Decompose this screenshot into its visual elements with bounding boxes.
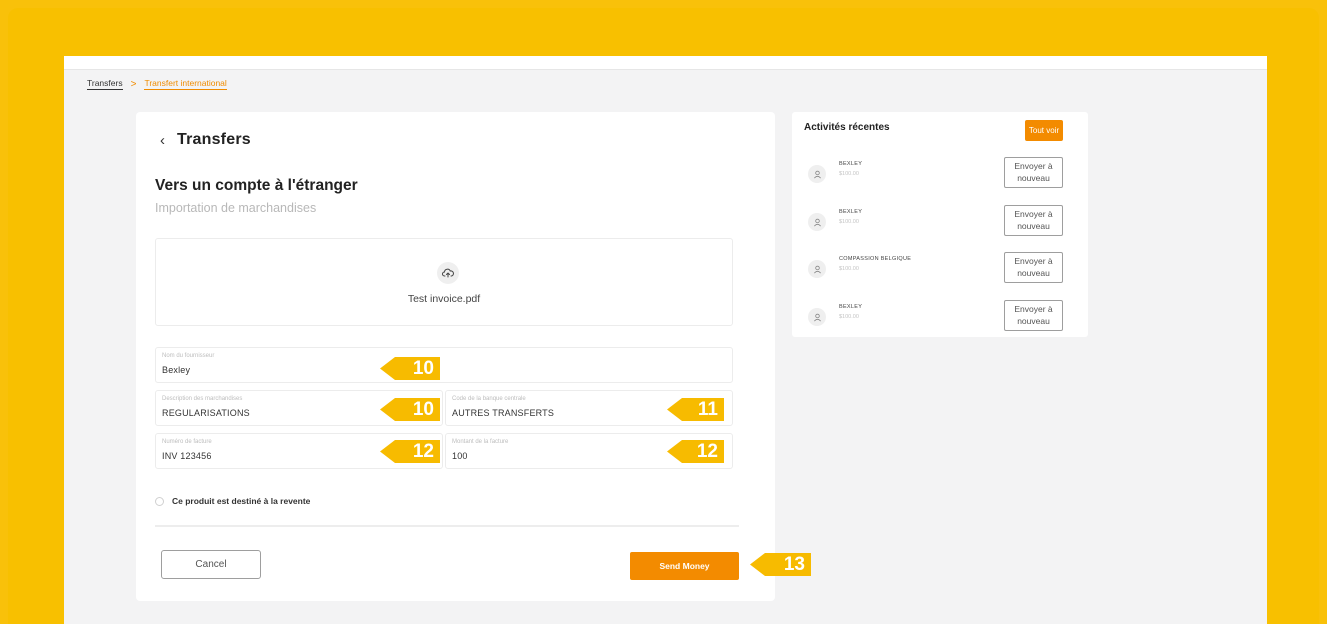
- invoice-amount-label: Montant de la facture: [452, 439, 509, 445]
- resend-button[interactable]: Envoyer à nouveau: [1004, 300, 1063, 331]
- breadcrumb: Transfers > Transfert international: [87, 78, 227, 90]
- form-divider: [155, 525, 739, 527]
- invoice-amount-value: 100: [452, 451, 468, 461]
- central-bank-code-label: Code de la banque centrale: [452, 396, 526, 402]
- recipient-name: BEXLEY: [839, 209, 863, 215]
- transfer-amount: $100.00: [839, 266, 859, 272]
- resend-button[interactable]: Envoyer à nouveau: [1004, 205, 1063, 236]
- resend-button[interactable]: Envoyer à nouveau: [1004, 157, 1063, 188]
- recipient-name: COMPASSION BELGIQUE: [839, 256, 912, 262]
- list-item: BEXLEY $100.00 Envoyer à nouveau: [804, 300, 1088, 338]
- resale-checkbox[interactable]: [155, 496, 164, 506]
- breadcrumb-current[interactable]: Transfert international: [144, 78, 227, 90]
- user-icon: [808, 213, 826, 231]
- user-icon: [808, 308, 826, 326]
- invoice-number-value: INV 123456: [162, 451, 212, 461]
- top-bar: [64, 56, 1267, 70]
- goods-description-label: Description des marchandises: [162, 396, 243, 402]
- cloud-upload-icon: [437, 262, 459, 284]
- recipient-name: BEXLEY: [839, 161, 863, 167]
- central-bank-code-value: AUTRES TRANSFERTS: [452, 408, 555, 418]
- card-header: ‹ Transfers: [160, 131, 251, 149]
- invoice-number-label: Numéro de facture: [162, 439, 212, 445]
- transfer-amount: $100.00: [839, 171, 859, 177]
- chevron-left-icon[interactable]: ‹: [160, 132, 165, 149]
- goods-description-value: REGULARISATIONS: [162, 408, 250, 418]
- page-title: Transfers: [177, 131, 251, 148]
- uploaded-file-name: Test invoice.pdf: [407, 293, 481, 305]
- user-icon: [808, 260, 826, 278]
- breadcrumb-separator: >: [130, 78, 137, 90]
- supplier-name-label: Nom du fournisseur: [162, 353, 215, 359]
- user-icon: [808, 165, 826, 183]
- breadcrumb-transfers-link[interactable]: Transfers: [87, 78, 123, 90]
- transfer-form-card: ‹ Transfers Vers un compte à l'étranger …: [136, 112, 775, 601]
- form-heading: Vers un compte à l'étranger: [155, 177, 358, 194]
- list-item: COMPASSION BELGIQUE $100.00 Envoyer à no…: [804, 252, 1088, 290]
- see-all-button[interactable]: Tout voir: [1025, 120, 1063, 141]
- recent-activity-title: Activités récentes: [804, 122, 890, 133]
- resend-button[interactable]: Envoyer à nouveau: [1004, 252, 1063, 283]
- list-item: BEXLEY $100.00 Envoyer à nouveau: [804, 157, 1088, 195]
- supplier-name-value: Bexley: [162, 365, 191, 375]
- resale-checkbox-row[interactable]: Ce produit est destiné à la revente: [155, 496, 310, 506]
- file-upload-dropzone[interactable]: Test invoice.pdf: [155, 238, 733, 326]
- list-item: BEXLEY $100.00 Envoyer à nouveau: [804, 205, 1088, 243]
- recipient-name: BEXLEY: [839, 304, 863, 310]
- transfer-amount: $100.00: [839, 314, 859, 320]
- resale-checkbox-label: Ce produit est destiné à la revente: [172, 496, 311, 506]
- cancel-button[interactable]: Cancel: [161, 550, 261, 579]
- transfer-amount: $100.00: [839, 219, 859, 225]
- supplier-name-field[interactable]: Nom du fournisseur Bexley: [155, 347, 733, 383]
- recent-activity-panel: Activités récentes Tout voir BEXLEY $100…: [792, 112, 1088, 337]
- app-window: Transfers > Transfert international ‹ Tr…: [64, 56, 1267, 624]
- send-money-button[interactable]: Send Money: [630, 552, 739, 580]
- form-subheading: Importation de marchandises: [155, 201, 317, 215]
